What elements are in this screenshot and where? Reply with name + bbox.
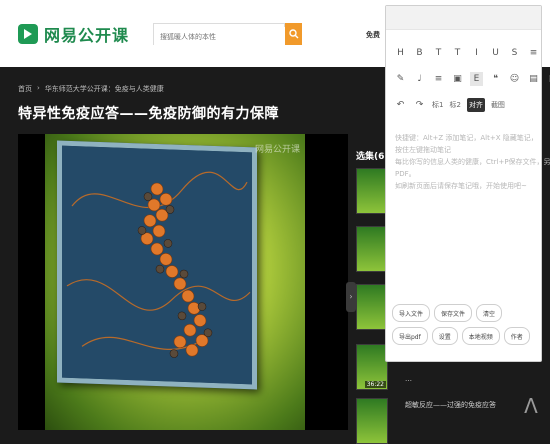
- breadcrumb-separator: ›: [37, 84, 40, 92]
- duration-badge: 36:22: [364, 381, 386, 388]
- editor-hint: 快捷键：Alt+Z 添加笔记，Alt+X 隐藏笔记， 按住左键拖动笔记 每比你写…: [395, 132, 550, 192]
- local-video-button[interactable]: 本地视频: [461, 327, 500, 345]
- align-button[interactable]: 对齐: [466, 98, 485, 112]
- video-watermark: 网易公开课: [255, 145, 301, 155]
- e-icon[interactable]: E: [470, 72, 483, 86]
- author-button[interactable]: 作者: [503, 327, 530, 345]
- collapse-handle[interactable]: ›: [346, 282, 356, 312]
- breadcrumb-course[interactable]: 华东师范大学公开课：免疫与人类健康: [45, 84, 164, 94]
- hint-line: PDF。: [395, 170, 416, 178]
- bold-icon[interactable]: B: [413, 46, 426, 60]
- music-icon[interactable]: ♩: [413, 72, 426, 86]
- heading-2-button[interactable]: 标2: [449, 98, 460, 112]
- playlist-item-title[interactable]: 超敏反应——过强的免疫应答: [405, 400, 505, 410]
- site-logo[interactable]: 网易公开课: [18, 22, 129, 46]
- heading-1-button[interactable]: 标1: [432, 98, 443, 112]
- text-icon[interactable]: T: [432, 46, 445, 60]
- scroll-to-top-button[interactable]: Λ: [518, 388, 544, 424]
- search-button[interactable]: [285, 23, 302, 45]
- image-icon[interactable]: ▤: [527, 72, 540, 86]
- header-link[interactable]: 免费: [366, 30, 380, 40]
- playlist-thumbnail[interactable]: [356, 284, 388, 330]
- page-title: 特异性免疫应答——免疫防御的有力保障: [18, 106, 279, 122]
- search-icon: [288, 29, 298, 39]
- italic-icon[interactable]: I: [470, 46, 483, 60]
- editor-actions: 导入文件 保存文件 清空 导出pdf 设置 本地视频 作者: [392, 304, 538, 345]
- playlist-thumbnail[interactable]: [356, 398, 388, 444]
- settings-button[interactable]: 设置: [431, 327, 458, 345]
- align-icon[interactable]: ≡: [432, 72, 445, 86]
- molecule-illustration: [62, 145, 252, 385]
- text-size-icon[interactable]: T: [451, 46, 464, 60]
- editor-toolbar-row-1: H B T T I U S ≡: [394, 46, 540, 60]
- logo-text: 网易公开课: [44, 26, 130, 45]
- search-box[interactable]: [153, 23, 286, 47]
- emoji-icon[interactable]: ☺: [508, 72, 521, 86]
- hint-line: 如刷新页面后请保存笔记哦，开始使用吧~: [395, 182, 527, 190]
- quote-icon[interactable]: ❝: [489, 72, 502, 86]
- import-file-button[interactable]: 导入文件: [392, 304, 431, 322]
- undo-icon[interactable]: ↶: [394, 98, 407, 112]
- breadcrumb: 首页 › 华东师范大学公开课：免疫与人类健康: [18, 84, 164, 94]
- breadcrumb-home[interactable]: 首页: [18, 84, 32, 94]
- note-editor-panel: H B T T I U S ≡ ✎ ♩ ≡ ▣ E ❝ ☺ ▤ ▦ ↶ ↷ 标1…: [385, 5, 550, 362]
- playlist-title: 选集(6): [356, 152, 389, 162]
- save-file-button[interactable]: 保存文件: [434, 304, 473, 322]
- export-pdf-button[interactable]: 导出pdf: [392, 327, 428, 345]
- playlist-thumbnail[interactable]: [356, 168, 388, 214]
- table-icon[interactable]: ▦: [546, 72, 550, 86]
- hint-line: 每比你写的信息人类的健康，Ctrl+P保存文件，另存为: [395, 158, 550, 166]
- video-frame: 网易公开课: [45, 134, 305, 430]
- playlist-item-title[interactable]: …: [405, 374, 505, 384]
- pen-icon[interactable]: ✎: [394, 72, 407, 86]
- play-logo-icon: [18, 24, 38, 44]
- playlist-thumbnail[interactable]: [356, 226, 388, 272]
- editor-toolbar-row-3: ↶ ↷ 标1 标2 对齐 截图: [394, 98, 505, 112]
- list-icon[interactable]: ≡: [527, 46, 540, 60]
- playlist-thumbnail[interactable]: 36:22: [356, 344, 388, 390]
- editor-toolbar-row-2: ✎ ♩ ≡ ▣ E ❝ ☺ ▤ ▦: [394, 72, 550, 86]
- redo-icon[interactable]: ↷: [413, 98, 426, 112]
- strike-icon[interactable]: S: [508, 46, 521, 60]
- screenshot-button[interactable]: 截图: [491, 98, 505, 112]
- chevron-up-icon: Λ: [524, 394, 538, 418]
- editor-drag-bar[interactable]: [386, 6, 541, 30]
- clear-button[interactable]: 清空: [476, 304, 503, 322]
- hint-line: 快捷键：Alt+Z 添加笔记，Alt+X 隐藏笔记，: [395, 134, 538, 142]
- underline-icon[interactable]: U: [489, 46, 502, 60]
- search-input[interactable]: [154, 27, 286, 47]
- box-icon[interactable]: ▣: [451, 72, 464, 86]
- video-slide: [57, 140, 257, 390]
- heading-icon[interactable]: H: [394, 46, 407, 60]
- video-player[interactable]: 网易公开课: [18, 134, 348, 430]
- hint-line: 按住左键拖动笔记: [395, 146, 451, 154]
